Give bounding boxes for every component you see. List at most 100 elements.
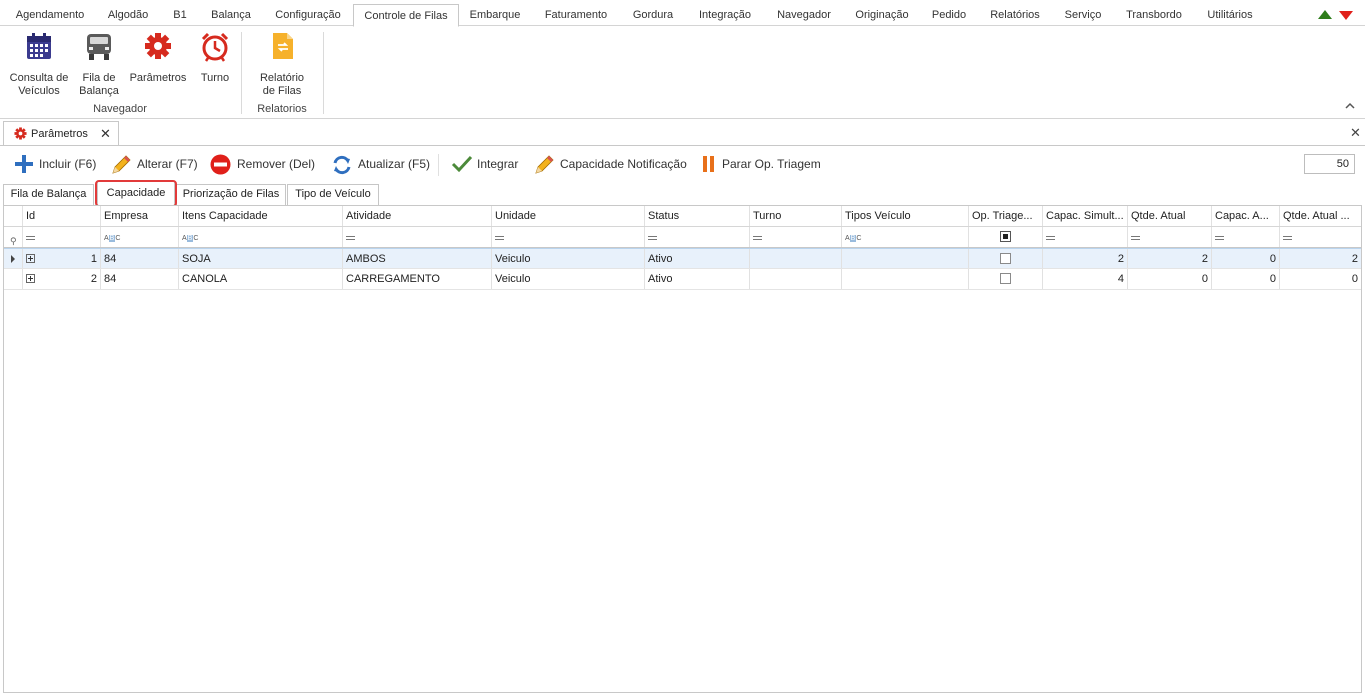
tab-fila-de-balanca[interactable]: Fila de Balança bbox=[3, 184, 94, 205]
integrar-button[interactable]: Integrar bbox=[451, 152, 523, 176]
parametros-button[interactable]: Parâmetros bbox=[126, 30, 190, 100]
close-document-icon[interactable]: ✕ bbox=[1350, 125, 1361, 141]
column-header-qtde-atual-2[interactable]: Qtde. Atual ... bbox=[1280, 206, 1361, 226]
menu-tab-transbordo[interactable]: Transbordo bbox=[1118, 5, 1190, 26]
cell-qtde-atual-2[interactable]: 2 bbox=[1280, 249, 1361, 268]
relatorio-filas-button[interactable]: Relatório de Filas bbox=[252, 30, 312, 100]
menu-tab-b1[interactable]: B1 bbox=[166, 5, 194, 26]
filter-cell-turno[interactable] bbox=[750, 227, 842, 247]
menu-tab-controle-de-filas[interactable]: Controle de Filas bbox=[353, 4, 459, 27]
expand-row-icon[interactable] bbox=[26, 274, 35, 283]
table-row[interactable]: 1 84 SOJA AMBOS Veiculo Ativo 2 2 0 2 bbox=[4, 248, 1361, 269]
cell-unidade[interactable]: Veiculo bbox=[492, 269, 645, 289]
cell-atividade[interactable]: CARREGAMENTO bbox=[343, 269, 492, 289]
menu-tab-embarque[interactable]: Embarque bbox=[463, 5, 527, 26]
tab-priorizacao-de-filas[interactable]: Priorização de Filas bbox=[176, 184, 286, 205]
cell-turno[interactable] bbox=[750, 269, 842, 289]
filter-cell-capac-simult[interactable] bbox=[1043, 227, 1128, 247]
filter-cell-empresa[interactable]: ABC bbox=[101, 227, 179, 247]
cell-op-triagem[interactable] bbox=[969, 269, 1043, 289]
cell-empresa[interactable]: 84 bbox=[101, 249, 179, 268]
cell-qtde-atual[interactable]: 0 bbox=[1128, 269, 1212, 289]
header-indicator-cell bbox=[4, 206, 23, 226]
column-header-id[interactable]: Id bbox=[23, 206, 101, 226]
cell-tipos-veiculo[interactable] bbox=[842, 269, 969, 289]
cell-empresa[interactable]: 84 bbox=[101, 269, 179, 289]
filter-cell-tipos-veiculo[interactable]: ABC bbox=[842, 227, 969, 247]
cell-op-triagem[interactable] bbox=[969, 249, 1043, 268]
column-header-turno[interactable]: Turno bbox=[750, 206, 842, 226]
turno-button[interactable]: Turno bbox=[194, 30, 236, 100]
column-header-qtde-atual[interactable]: Qtde. Atual bbox=[1128, 206, 1212, 226]
cell-itens-capacidade[interactable]: SOJA bbox=[179, 249, 343, 268]
cell-id[interactable]: 2 bbox=[23, 269, 101, 289]
menu-tab-originacao[interactable]: Originação bbox=[848, 5, 916, 26]
cell-atividade[interactable]: AMBOS bbox=[343, 249, 492, 268]
arrow-down-icon[interactable] bbox=[1339, 11, 1353, 20]
tab-tipo-de-veiculo[interactable]: Tipo de Veículo bbox=[287, 184, 379, 205]
menu-tab-balanca[interactable]: Balança bbox=[203, 5, 259, 26]
menu-tab-navegador[interactable]: Navegador bbox=[769, 5, 839, 26]
filter-cell-unidade[interactable] bbox=[492, 227, 645, 247]
cell-id[interactable]: 1 bbox=[23, 249, 101, 268]
menu-tab-pedido[interactable]: Pedido bbox=[925, 5, 973, 26]
cell-itens-capacidade[interactable]: CANOLA bbox=[179, 269, 343, 289]
column-header-unidade[interactable]: Unidade bbox=[492, 206, 645, 226]
menu-tab-integracao[interactable]: Integração bbox=[690, 5, 760, 26]
fila-balanca-button[interactable]: Fila de Balança bbox=[76, 30, 122, 100]
menu-tab-configuracao[interactable]: Configuração bbox=[267, 5, 349, 26]
cell-unidade[interactable]: Veiculo bbox=[492, 249, 645, 268]
op-triagem-checkbox[interactable] bbox=[1000, 273, 1011, 284]
remover-button[interactable]: Remover (Del) bbox=[210, 152, 316, 176]
table-row[interactable]: 2 84 CANOLA CARREGAMENTO Veiculo Ativo 4… bbox=[4, 269, 1361, 290]
column-header-op-triagem[interactable]: Op. Triage... bbox=[969, 206, 1043, 226]
column-header-empresa[interactable]: Empresa bbox=[101, 206, 179, 226]
filter-cell-qtde-atual-2[interactable] bbox=[1280, 227, 1361, 247]
page-size-input[interactable]: 50 bbox=[1304, 154, 1355, 174]
cell-status[interactable]: Ativo bbox=[645, 269, 750, 289]
column-header-atividade[interactable]: Atividade bbox=[343, 206, 492, 226]
cell-tipos-veiculo[interactable] bbox=[842, 249, 969, 268]
cell-turno[interactable] bbox=[750, 249, 842, 268]
document-tab-parametros[interactable]: Parâmetros ✕ bbox=[3, 121, 119, 146]
cell-capac-a[interactable]: 0 bbox=[1212, 269, 1280, 289]
consulta-veiculos-button[interactable]: Consulta de Veículos bbox=[6, 30, 72, 100]
cell-status[interactable]: Ativo bbox=[645, 249, 750, 268]
filter-cell-atividade[interactable] bbox=[343, 227, 492, 247]
menu-tab-relatorios[interactable]: Relatórios bbox=[983, 5, 1047, 26]
menu-tab-agendamento[interactable]: Agendamento bbox=[8, 5, 92, 26]
capacidade-notificacao-button[interactable]: Capacidade Notificação bbox=[533, 152, 689, 176]
filter-cell-capac-a[interactable] bbox=[1212, 227, 1280, 247]
menu-tab-servico[interactable]: Serviço bbox=[1057, 5, 1109, 26]
column-header-capac-simult[interactable]: Capac. Simult... bbox=[1043, 206, 1128, 226]
parar-op-triagem-button[interactable]: Parar Op. Triagem bbox=[701, 152, 823, 176]
filter-cell-id[interactable] bbox=[23, 227, 101, 247]
atualizar-button[interactable]: Atualizar (F5) bbox=[331, 152, 431, 176]
close-tab-icon[interactable]: ✕ bbox=[100, 126, 111, 142]
menu-tab-faturamento[interactable]: Faturamento bbox=[537, 5, 615, 26]
incluir-button[interactable]: Incluir (F6) bbox=[14, 152, 100, 176]
filter-cell-qtde-atual[interactable] bbox=[1128, 227, 1212, 247]
column-header-itens-capacidade[interactable]: Itens Capacidade bbox=[179, 206, 343, 226]
cell-capac-simult[interactable]: 2 bbox=[1043, 249, 1128, 268]
expand-row-icon[interactable] bbox=[26, 254, 35, 263]
filter-cell-status[interactable] bbox=[645, 227, 750, 247]
menu-tab-utilitarios[interactable]: Utilitários bbox=[1199, 5, 1261, 26]
filter-cell-itens-capacidade[interactable]: ABC bbox=[179, 227, 343, 247]
tab-capacidade[interactable]: Capacidade bbox=[97, 181, 175, 205]
collapse-ribbon-icon[interactable] bbox=[1344, 101, 1356, 111]
cell-capac-simult[interactable]: 4 bbox=[1043, 269, 1128, 289]
column-header-tipos-veiculo[interactable]: Tipos Veículo bbox=[842, 206, 969, 226]
column-header-capac-a[interactable]: Capac. A... bbox=[1212, 206, 1280, 226]
arrow-up-icon[interactable] bbox=[1318, 10, 1332, 19]
cell-capac-a[interactable]: 0 bbox=[1212, 249, 1280, 268]
menu-tab-gordura[interactable]: Gordura bbox=[625, 5, 681, 26]
column-header-status[interactable]: Status bbox=[645, 206, 750, 226]
op-triagem-checkbox[interactable] bbox=[1000, 253, 1011, 264]
menu-tab-algodao[interactable]: Algodão bbox=[100, 5, 156, 26]
cell-qtde-atual-2[interactable]: 0 bbox=[1280, 269, 1361, 289]
alterar-button[interactable]: Alterar (F7) bbox=[110, 152, 200, 176]
filter-cell-op-triagem[interactable] bbox=[969, 227, 1043, 247]
cell-qtde-atual[interactable]: 2 bbox=[1128, 249, 1212, 268]
filter-checkbox[interactable] bbox=[1000, 231, 1011, 242]
